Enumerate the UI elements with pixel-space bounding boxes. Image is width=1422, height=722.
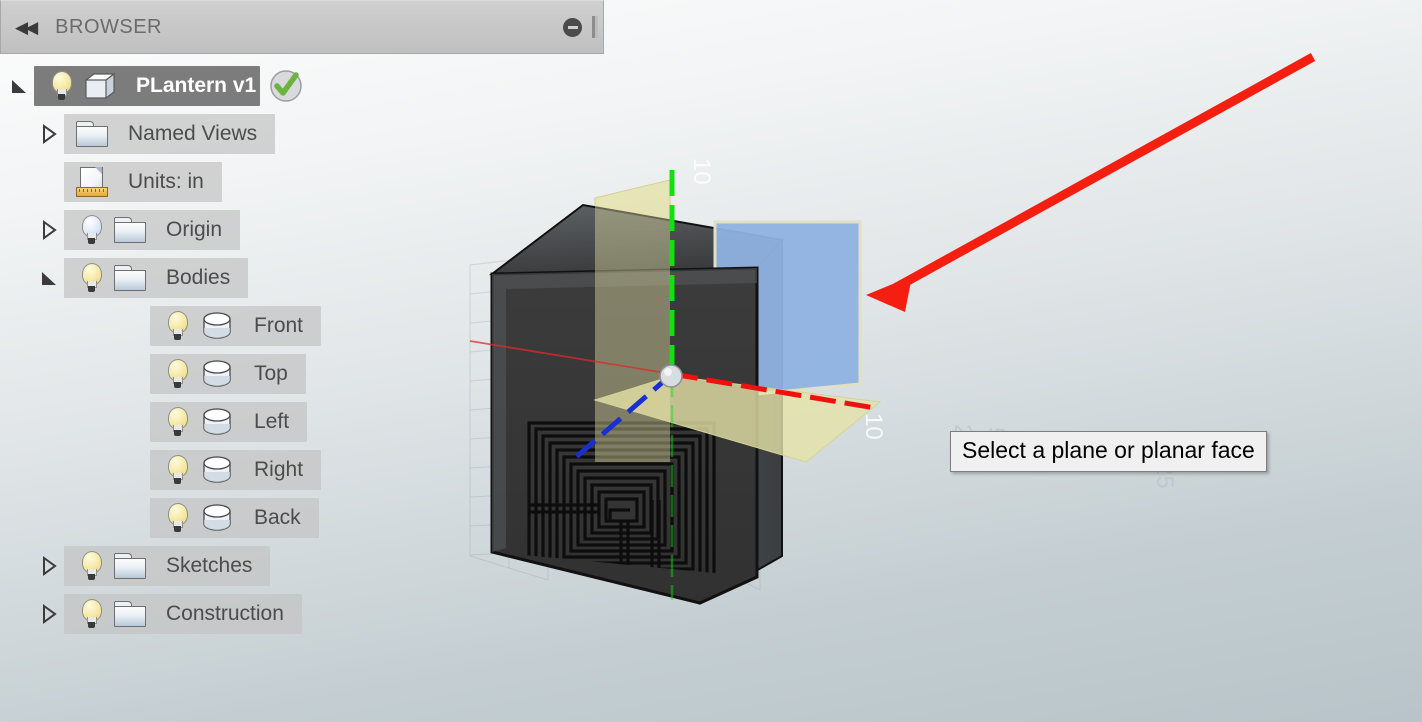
folder-icon <box>114 601 146 627</box>
minimize-icon[interactable] <box>563 17 582 37</box>
tree-item-chip[interactable]: Bodies <box>64 258 249 298</box>
expand-triangle-icon[interactable] <box>38 219 60 241</box>
body-icon <box>200 312 234 340</box>
browser-tree: PLantern v1 Named Views Units: in Origin Bod… <box>0 54 604 638</box>
tree-item-label: Top <box>254 362 288 385</box>
tree-row-front[interactable]: Front <box>0 302 604 350</box>
tree-item-chip[interactable]: Front <box>150 306 322 346</box>
tree-row-back[interactable]: Back <box>0 494 604 542</box>
document-ruler-icon <box>76 167 108 197</box>
body-icon <box>200 456 234 484</box>
tree-row-top[interactable]: Top <box>0 350 604 398</box>
tree-item-chip[interactable]: PLantern v1 <box>34 66 261 106</box>
axis-label-z: 10 <box>688 158 715 185</box>
visibility-bulb-icon[interactable] <box>164 503 190 533</box>
cube-icon <box>84 72 116 100</box>
visibility-bulb-icon[interactable] <box>78 551 104 581</box>
tree-item-label: Construction <box>166 602 284 625</box>
tree-item-chip[interactable]: Top <box>150 354 306 394</box>
visibility-bulb-icon[interactable] <box>164 407 190 437</box>
visibility-bulb-icon[interactable] <box>48 71 74 101</box>
origin-point <box>659 364 683 388</box>
titlebar-controls <box>563 16 603 38</box>
xz-origin-plane-front <box>595 180 670 462</box>
tree-item-chip[interactable]: Units: in <box>64 162 222 202</box>
visibility-bulb-icon[interactable] <box>164 455 190 485</box>
tree-item-label: Units: in <box>128 170 204 193</box>
tree-row-construction[interactable]: Construction <box>0 590 604 638</box>
panel-title: BROWSER <box>55 15 162 38</box>
tree-row-bodies[interactable]: Bodies <box>0 254 604 302</box>
folder-icon <box>76 121 108 147</box>
collapse-triangle-icon[interactable] <box>8 75 30 97</box>
browser-panel: ◀◀ BROWSER PLantern v1 Named Views Units: … <box>0 0 604 638</box>
body-icon <box>200 408 234 436</box>
tree-item-chip[interactable]: Left <box>150 402 308 442</box>
visibility-bulb-icon[interactable] <box>78 215 104 245</box>
tree-item-chip[interactable]: Sketches <box>64 546 271 586</box>
tree-item-chip[interactable]: Back <box>150 498 319 538</box>
collapse-triangle-icon[interactable] <box>38 267 60 289</box>
expand-triangle-icon[interactable] <box>38 603 60 625</box>
tree-row-right[interactable]: Right <box>0 446 604 494</box>
tree-item-label: Origin <box>166 218 223 241</box>
tree-item-label: PLantern v1 <box>136 74 257 97</box>
visibility-bulb-icon[interactable] <box>78 263 104 293</box>
tree-row-sketches[interactable]: Sketches <box>0 542 604 590</box>
tree-row-plantern-v1[interactable]: PLantern v1 <box>0 62 604 110</box>
axis-label-x: 10 <box>860 413 887 440</box>
tree-item-label: Front <box>254 314 304 337</box>
folder-icon <box>114 553 146 579</box>
annotation-arrow <box>866 53 1316 312</box>
folder-icon <box>114 265 146 291</box>
tree-item-label: Bodies <box>166 266 231 289</box>
tree-item-label: Named Views <box>128 122 258 145</box>
tree-item-chip[interactable]: Construction <box>64 594 302 634</box>
browser-titlebar[interactable]: ◀◀ BROWSER <box>0 0 604 54</box>
tooltip: Select a plane or planar face <box>950 431 1267 472</box>
tree-item-chip[interactable]: Origin <box>64 210 241 250</box>
tree-item-label: Sketches <box>166 554 253 577</box>
tree-row-left[interactable]: Left <box>0 398 604 446</box>
visibility-bulb-icon[interactable] <box>78 599 104 629</box>
tree-row-units-in[interactable]: Units: in <box>0 158 604 206</box>
tree-item-label: Back <box>254 506 301 529</box>
document-saved-check-icon[interactable] <box>266 66 306 106</box>
panel-grip-icon[interactable] <box>592 16 595 38</box>
expand-triangle-icon[interactable] <box>38 555 60 577</box>
folder-icon <box>114 217 146 243</box>
tree-item-chip[interactable]: Named Views <box>64 114 276 154</box>
tooltip-text: Select a plane or planar face <box>962 437 1255 463</box>
expand-triangle-icon[interactable] <box>38 123 60 145</box>
visibility-bulb-icon[interactable] <box>164 311 190 341</box>
collapse-panel-icon[interactable]: ◀◀ <box>15 19 38 36</box>
visibility-bulb-icon[interactable] <box>164 359 190 389</box>
tree-row-origin[interactable]: Origin <box>0 206 604 254</box>
body-icon <box>200 504 234 532</box>
body-icon <box>200 360 234 388</box>
tree-row-named-views[interactable]: Named Views <box>0 110 604 158</box>
tree-item-label: Left <box>254 410 290 433</box>
tree-item-chip[interactable]: Right <box>150 450 322 490</box>
tree-item-label: Right <box>254 458 304 481</box>
